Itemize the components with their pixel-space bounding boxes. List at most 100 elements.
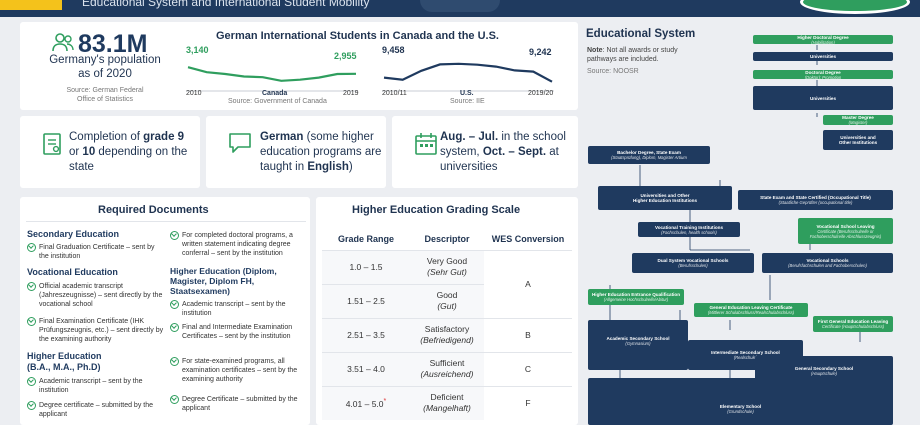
grade-desc-en: Satisfactory	[424, 324, 470, 334]
higher-item-1: Academic transcript – sent by the instit…	[27, 377, 167, 395]
language-info: German (some higher education programs a…	[260, 130, 384, 175]
grading-title: Higher Education Grading Scale	[352, 204, 521, 216]
node-title: Universities	[809, 54, 837, 59]
grading-header-descriptor: Descriptor	[424, 233, 470, 244]
node-universities-1: Universities	[753, 52, 893, 61]
node-sub: Certificate (Berufsschulreife or Fachobe…	[809, 228, 882, 239]
population-line1: Germany's population	[49, 54, 161, 66]
speech-bubble-icon	[229, 133, 251, 153]
node-sub: (Gymnasium)	[625, 341, 651, 346]
node-sub: (Fachschulen, health schools)	[661, 229, 717, 235]
grade-desc-de: (Ausreichend)	[420, 369, 474, 379]
canada-start-year: 2010	[186, 90, 202, 97]
grade-desc-de: (Mangelhaft)	[423, 403, 471, 414]
language-bold-2: English	[307, 161, 349, 173]
node-title: Universities	[809, 95, 837, 101]
node-general-leaving: General Education Leaving Certificate (Mi…	[694, 303, 808, 317]
higher2-item-3: For state-examined programs, all examina…	[170, 357, 306, 384]
node-vocational-schools: Vocational Schools (Berufsfachschulen and…	[762, 253, 893, 273]
canada-start-value: 3,140	[186, 45, 209, 55]
documents-divider	[26, 221, 306, 222]
grading-table: Grade Range Descriptor WES Conversion 1.…	[322, 228, 572, 420]
grade-info: Completion of grade 9 or 10 depending on…	[69, 130, 195, 175]
node-universities-2: Universities	[753, 86, 893, 110]
node-sub: Higher Education Institutions	[632, 198, 698, 203]
calendar-bold-2: Oct. – Sept.	[482, 146, 547, 158]
grade-bold-1: grade 9	[143, 131, 185, 143]
node-academic-secondary: Academic Secondary School (Gymnasium)	[588, 320, 688, 370]
node-sub: (Berufsschulen)	[678, 263, 708, 268]
node-elementary: Elementary School (Grundschule)	[588, 378, 893, 425]
grade-footnote-star: *	[383, 397, 387, 406]
header-accent	[0, 0, 62, 10]
node-sub: (Doktor); Promotion	[804, 74, 842, 80]
header-subtitle: Educational System and International Stu…	[82, 0, 370, 9]
population-source1: Source: German Federal	[66, 87, 144, 94]
node-state-exam: State Exam and State Certified (Occupati…	[738, 190, 893, 210]
vocational-item-1: Official academic transcript (Jahreszeug…	[27, 282, 167, 309]
calendar-bold-1: Aug. – Jul.	[440, 131, 499, 143]
grade-desc-de: (Gut)	[437, 301, 457, 311]
population-line2: as of 2020	[78, 68, 132, 80]
node-vocational-leaving: Vocational School Leaving Certificate (Be…	[798, 218, 893, 244]
grading-header-range: Grade Range	[337, 233, 395, 244]
us-series-line	[383, 62, 553, 83]
higher-heading: Higher Education	[27, 351, 102, 361]
header-bar: Educational System and International Stu…	[0, 0, 920, 17]
higher-item-2: Degree certificate – submitted by the ap…	[27, 401, 167, 419]
node-sub: Other Institutions	[838, 140, 878, 145]
grade-desc-de: (Sehr Gut)	[427, 267, 467, 277]
grade-range: 4.01 – 5.0*	[322, 385, 410, 420]
node-sub: (Hauptschule)	[810, 371, 838, 376]
secondary-item: Final Graduation Certificate – sent by t…	[27, 243, 165, 261]
node-sub: (Allgemeine Hochschulreife/Abitur)	[603, 297, 669, 302]
diploma-icon	[43, 133, 61, 155]
us-start-value: 9,458	[382, 45, 405, 55]
canada-source: Source: Government of Canada	[228, 98, 327, 105]
us-chart	[382, 62, 554, 92]
node-sub: (Habilitation)	[811, 39, 835, 45]
language-bold-1: German	[260, 131, 304, 143]
logo-badge	[800, 0, 910, 14]
us-source: Source: IIE	[450, 98, 485, 105]
table-row: 1.0 – 1.5 Very Good (Sehr Gut) A	[322, 249, 572, 318]
grade-desc-en: Sufficient	[429, 358, 465, 368]
doctoral-item: For completed doctoral programs, a writt…	[170, 231, 306, 258]
grade-descriptor: Sufficient (Ausreichend)	[410, 351, 484, 386]
node-sub: (Berufsfachschulen and Fachoberschulen)	[788, 263, 867, 268]
higher2-heading-2: Magister, Diplom FH,	[170, 276, 255, 286]
vocational-heading: Vocational Education	[27, 267, 118, 277]
vocational-item-2: Final Examination Certificate (IHK Prüfu…	[27, 317, 167, 344]
people-icon	[52, 33, 74, 52]
canada-chart	[186, 66, 358, 92]
grade-range: 1.0 – 1.5	[322, 249, 410, 284]
node-vocational-training: Vocational Training Institutions (Fachsch…	[638, 222, 740, 237]
canada-label: Canada	[262, 90, 288, 97]
grade-range: 2.51 – 3.5	[322, 317, 410, 352]
grade-desc-en: Good	[436, 290, 458, 300]
canada-end-year: 2019	[343, 90, 359, 97]
grade-text-2: or	[69, 146, 83, 158]
table-row: 3.51 – 4.0 Sufficient (Ausreichend) C	[322, 351, 572, 386]
documents-title: Required Documents	[98, 204, 209, 216]
node-dual-system: Dual System Vocational Schools (Berufssch…	[632, 253, 754, 273]
us-label: U.S.	[460, 90, 474, 97]
population-label: Germany's population as of 2020	[40, 53, 170, 81]
grade-range: 3.51 – 4.0	[322, 351, 410, 386]
higher-heading-2: (B.A., M.A., Ph.D)	[27, 362, 101, 372]
grade-descriptor: Deficient (Mangelhaft)	[410, 385, 484, 420]
language-text-2: )	[348, 161, 353, 173]
table-row: 2.51 – 3.5 Satisfactory (Befriedigend) B	[322, 317, 572, 352]
node-first-general-leaving: First General Education Leaving Certifica…	[813, 316, 893, 332]
grade-wes: A	[484, 249, 572, 318]
node-doctoral: Doctoral Degree (Doktor); Promotion	[753, 70, 893, 80]
grade-range-text: 4.01 – 5.0	[345, 399, 384, 410]
node-uni-hei: Universities and Other Higher Education I…	[598, 186, 732, 210]
node-sub: (Mittlerer Schulabschluss/Realschulabsch…	[707, 310, 795, 315]
grade-wes: F	[484, 385, 572, 420]
calendar-info: Aug. – Jul. in the school system, Oct. –…	[440, 130, 574, 175]
us-start-year: 2010/11	[382, 90, 407, 97]
grade-bold-2: 10	[82, 146, 96, 158]
calendar-icon	[415, 133, 437, 155]
population-source: Source: German Federal Office of Statist…	[40, 86, 170, 104]
